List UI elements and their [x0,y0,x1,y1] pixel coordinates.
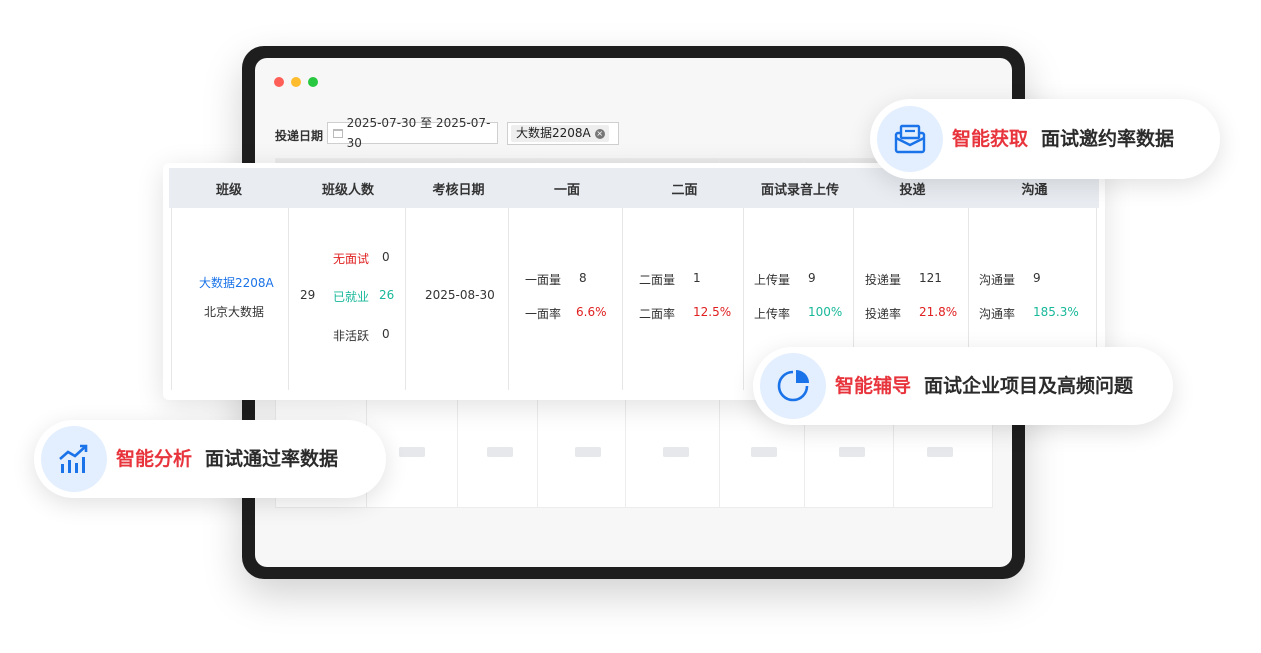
header-class[interactable]: 班级 [169,168,289,208]
date-range-value: 2025-07-30 至 2025-07-30 [346,116,491,150]
upload-rate-label: 上传率 [754,307,791,321]
second-count-label: 二面量 [639,273,676,287]
class-name-link[interactable]: 大数据2208A [199,274,274,291]
inactive-value: 0 [382,327,390,341]
header-recording-upload[interactable]: 面试录音上传 [745,168,855,208]
deliver-rate-value: 21.8% [919,305,958,319]
header-second-interview[interactable]: 二面 [624,168,745,208]
class-total: 29 [300,288,316,302]
first-count-label: 一面量 [525,273,562,287]
selected-class-tag: 大数据2208A × [511,125,609,142]
date-range-picker[interactable]: 2025-07-30 至 2025-07-30 [327,116,498,150]
second-interview-cell: 二面量 1 二面率 12.5% [623,208,744,390]
calendar-icon [333,128,343,138]
feature-smart-analysis: 智能分析 面试通过率数据 [34,420,386,498]
deliver-rate-label: 投递率 [865,307,902,321]
loading-placeholder [575,447,601,457]
first-rate-value: 6.6% [576,305,607,319]
second-count-value: 1 [693,271,701,285]
first-interview-cell: 一面量 8 一面率 6.6% [509,208,623,390]
header-first-interview[interactable]: 一面 [510,168,624,208]
filter-date-label: 投递日期 [275,129,324,143]
no-interview-label: 无面试 [333,252,370,266]
class-cell: 大数据2208A 北京大数据 [171,208,289,390]
feature-smart-acquire: 智能获取 面试邀约率数据 [870,99,1220,179]
upload-count-label: 上传量 [754,273,791,287]
header-exam-date[interactable]: 考核日期 [407,168,510,208]
exam-date-value: 2025-08-30 [425,288,495,302]
first-rate-label: 一面率 [525,307,562,321]
feature-smart-coach: 智能辅导 面试企业项目及高频问题 [753,347,1173,425]
exam-date-cell: 2025-08-30 [406,208,509,390]
upload-count-value: 9 [808,271,816,285]
loading-placeholder [927,447,953,457]
tag-remove-icon[interactable]: × [594,128,605,139]
feature-highlight: 智能分析 [116,448,193,470]
comm-count-value: 9 [1033,271,1041,285]
loading-placeholder [663,447,689,457]
tag-label: 大数据2208A [516,126,591,140]
feature-text: 面试企业项目及高频问题 [924,375,1134,397]
envelope-icon [877,106,943,172]
comm-count-label: 沟通量 [979,273,1016,287]
window-close-button[interactable] [274,77,284,87]
comm-rate-value: 185.3% [1033,305,1079,319]
first-count-value: 8 [579,271,587,285]
feature-text: 面试通过率数据 [205,448,339,470]
deliver-count-label: 投递量 [865,273,902,287]
loading-placeholder [399,447,425,457]
feature-highlight: 智能获取 [952,128,1029,150]
second-rate-value: 12.5% [693,305,732,319]
window-maximize-button[interactable] [308,77,318,87]
comm-rate-label: 沟通率 [979,307,1016,321]
loading-placeholder [839,447,865,457]
campus-name: 北京大数据 [204,305,265,319]
second-rate-label: 二面率 [639,307,676,321]
trend-chart-icon [41,426,107,492]
header-class-size[interactable]: 班级人数 [289,168,407,208]
class-select[interactable]: 大数据2208A × [507,122,619,145]
window-minimize-button[interactable] [291,77,301,87]
no-interview-value: 0 [382,250,390,264]
deliver-count-value: 121 [919,271,942,285]
feature-text: 面试邀约率数据 [1041,128,1175,150]
employed-label: 已就业 [333,290,370,304]
loading-placeholder [751,447,777,457]
upload-rate-value: 100% [808,305,843,319]
employed-value: 26 [379,288,395,302]
inactive-label: 非活跃 [333,329,370,343]
feature-highlight: 智能辅导 [835,375,912,397]
pie-chart-icon [760,353,826,419]
loading-placeholder [487,447,513,457]
class-size-cell: 29 无面试 0 已就业 26 非活跃 0 [289,208,406,390]
